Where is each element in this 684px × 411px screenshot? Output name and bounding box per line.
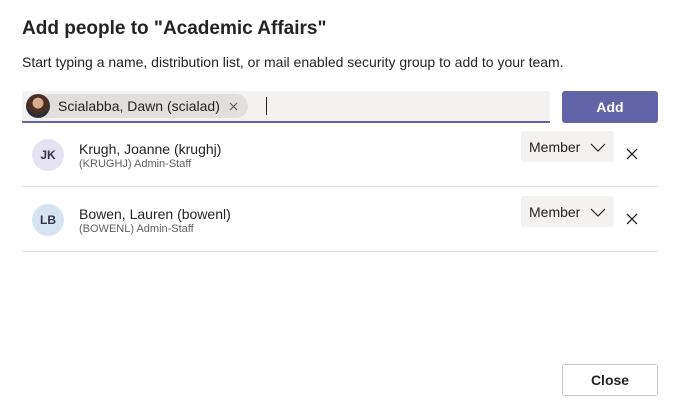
member-meta: (BOWENL) Admin-Staff xyxy=(79,223,194,235)
chevron-down-icon xyxy=(590,140,606,156)
text-caret xyxy=(265,97,267,115)
add-people-dialog: Add people to "Academic Affairs" Start t… xyxy=(0,0,684,411)
role-label: Member xyxy=(529,203,581,220)
role-dropdown[interactable]: Member xyxy=(521,131,614,162)
close-icon[interactable] xyxy=(228,100,240,112)
close-icon[interactable] xyxy=(625,212,639,226)
member-name: Bowen, Lauren (bowenl) xyxy=(79,206,231,222)
member-row: JK Krugh, Joanne (krughj) (KRUGHJ) Admin… xyxy=(22,122,658,187)
dialog-subtitle: Start typing a name, distribution list, … xyxy=(22,54,564,70)
member-name: Krugh, Joanne (krughj) xyxy=(79,141,222,157)
avatar xyxy=(26,94,50,118)
add-button[interactable]: Add xyxy=(562,91,658,123)
member-row: LB Bowen, Lauren (bowenl) (BOWENL) Admin… xyxy=(22,187,658,252)
chip-label: Scialabba, Dawn (scialad) xyxy=(58,98,220,114)
avatar: JK xyxy=(32,139,64,171)
dialog-title: Add people to "Academic Affairs" xyxy=(22,18,327,39)
people-picker-input[interactable]: Scialabba, Dawn (scialad) xyxy=(22,91,550,123)
avatar: LB xyxy=(32,204,64,236)
role-label: Member xyxy=(529,138,581,155)
member-meta: (KRUGHJ) Admin-Staff xyxy=(79,158,192,170)
close-button[interactable]: Close xyxy=(562,364,658,396)
selected-person-chip[interactable]: Scialabba, Dawn (scialad) xyxy=(26,94,248,118)
close-icon[interactable] xyxy=(625,147,639,161)
role-dropdown[interactable]: Member xyxy=(521,196,614,227)
chevron-down-icon xyxy=(590,205,606,221)
